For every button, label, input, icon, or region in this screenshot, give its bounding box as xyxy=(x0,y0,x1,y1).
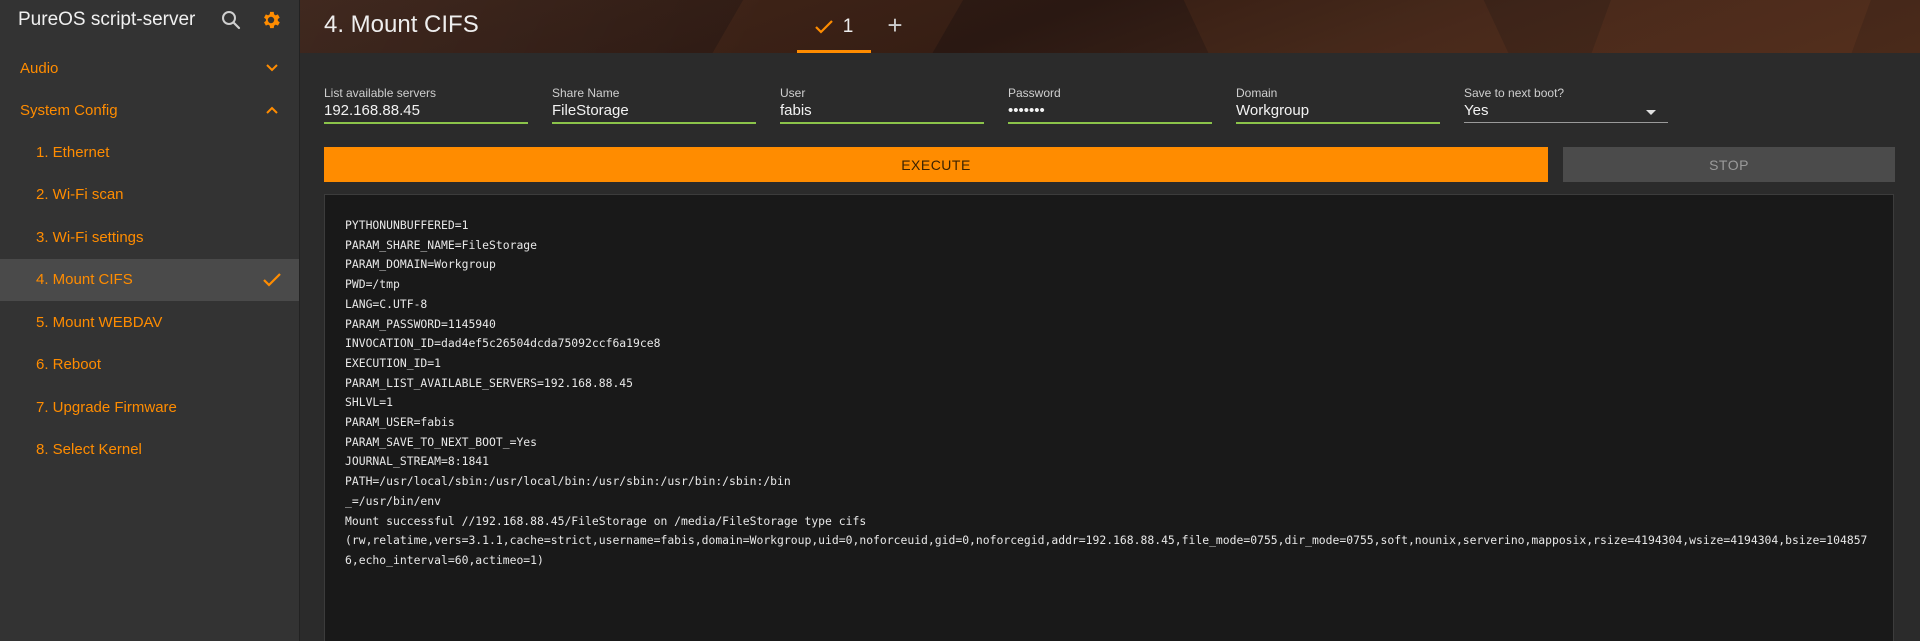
log-line: PARAM_USER=fabis xyxy=(345,415,455,430)
sidebar-item-reboot[interactable]: 6. Reboot xyxy=(0,344,299,387)
field-label: List available servers xyxy=(324,86,437,100)
sidebar-item-label: 3. Wi-Fi settings xyxy=(36,228,144,246)
field-label: Share Name xyxy=(552,86,620,100)
sidebar-item-label: 1. Ethernet xyxy=(36,143,110,161)
field-label: User xyxy=(780,86,806,100)
list-available-servers-field[interactable]: List available servers 192.168.88.45 xyxy=(324,86,528,124)
chevron-up-icon xyxy=(266,106,278,114)
dropdown-caret-icon[interactable] xyxy=(1646,110,1656,115)
sidebar: PureOS script-server Audio System Config… xyxy=(0,0,300,641)
field-label: Password xyxy=(1008,86,1061,100)
chevron-down-icon xyxy=(266,64,278,72)
log-line: PATH=/usr/local/sbin:/usr/local/bin:/usr… xyxy=(345,474,791,489)
save-to-next-boot-select[interactable]: Save to next boot? Yes xyxy=(1464,86,1668,124)
sidebar-item-wifi-settings[interactable]: 3. Wi-Fi settings xyxy=(0,216,299,259)
user-field[interactable]: User fabis xyxy=(780,86,984,124)
log-panel[interactable]: PYTHONUNBUFFERED=1 PARAM_SHARE_NAME=File… xyxy=(324,194,1894,641)
sidebar-group-system-config[interactable]: System Config xyxy=(0,89,299,131)
sidebar-item-label: 8. Select Kernel xyxy=(36,441,142,459)
sidebar-item-label: 6. Reboot xyxy=(36,356,102,374)
log-line: INVOCATION_ID=dad4ef5c26504dcda75092ccf6… xyxy=(345,336,661,351)
field-label: Save to next boot? xyxy=(1464,86,1565,100)
log-line: JOURNAL_STREAM=8:1841 xyxy=(345,454,490,469)
field-value[interactable]: Workgroup xyxy=(1236,102,1440,124)
sidebar-item-label: 7. Upgrade Firmware xyxy=(36,398,177,416)
sidebar-item-label: 5. Mount WEBDAV xyxy=(36,313,163,331)
field-value[interactable]: Yes xyxy=(1464,102,1668,123)
share-name-field[interactable]: Share Name FileStorage xyxy=(552,86,756,124)
log-line: PWD=/tmp xyxy=(345,277,400,292)
tab-underline xyxy=(797,50,871,53)
add-tab-button[interactable]: + xyxy=(885,12,905,38)
stop-button[interactable]: STOP xyxy=(1563,147,1895,182)
sidebar-group-audio[interactable]: Audio xyxy=(0,47,299,89)
sidebar-item-upgrade-firmware[interactable]: 7. Upgrade Firmware xyxy=(0,386,299,429)
script-title: 4. Mount CIFS xyxy=(324,11,479,38)
execution-tab[interactable]: 1 xyxy=(797,0,871,53)
log-line: (rw,relatime,vers=3.1.1,cache=strict,use… xyxy=(345,533,1868,567)
sidebar-header: PureOS script-server xyxy=(0,0,299,40)
field-value[interactable]: ••••••• xyxy=(1008,102,1212,124)
sidebar-item-wifi-scan[interactable]: 2. Wi-Fi scan xyxy=(0,174,299,217)
script-header: 4. Mount CIFS 1 + xyxy=(300,0,1920,53)
log-line: SHLVL=1 xyxy=(345,395,394,410)
field-value[interactable]: fabis xyxy=(780,102,984,124)
password-field[interactable]: Password ••••••• xyxy=(1008,86,1212,124)
log-line: PARAM_SAVE_TO_NEXT_BOOT_=Yes xyxy=(345,434,538,449)
log-line: _=/usr/bin/env xyxy=(345,493,442,508)
field-value[interactable]: 192.168.88.45 xyxy=(324,102,528,124)
log-line: LANG=C.UTF-8 xyxy=(345,296,428,311)
check-icon xyxy=(814,19,833,34)
sidebar-group-label: Audio xyxy=(20,59,59,77)
sidebar-item-label: 2. Wi-Fi scan xyxy=(36,186,124,204)
sidebar-item-mount-webdav[interactable]: 5. Mount WEBDAV xyxy=(0,301,299,344)
log-line: EXECUTION_ID=1 xyxy=(345,355,442,370)
log-output: PYTHONUNBUFFERED=1 PARAM_SHARE_NAME=File… xyxy=(345,216,1873,571)
search-icon[interactable] xyxy=(219,8,243,32)
sidebar-group-label: System Config xyxy=(20,101,118,119)
sidebar-item-ethernet[interactable]: 1. Ethernet xyxy=(0,131,299,174)
sidebar-item-label: 4. Mount CIFS xyxy=(36,271,133,289)
log-line: PARAM_SHARE_NAME=FileStorage xyxy=(345,237,538,252)
log-line: PARAM_LIST_AVAILABLE_SERVERS=192.168.88.… xyxy=(345,375,634,390)
field-value[interactable]: FileStorage xyxy=(552,102,756,124)
execution-tab-label: 1 xyxy=(842,15,854,37)
gear-icon[interactable] xyxy=(259,8,283,32)
check-icon xyxy=(263,272,281,287)
sidebar-item-select-kernel[interactable]: 8. Select Kernel xyxy=(0,429,299,472)
execute-button[interactable]: EXECUTE xyxy=(324,147,1548,182)
log-line: PARAM_PASSWORD=1145940 xyxy=(345,316,496,331)
field-label: Domain xyxy=(1236,86,1278,100)
app-title: PureOS script-server xyxy=(18,9,196,30)
log-line: Mount successful //192.168.88.45/FileSto… xyxy=(345,513,867,528)
log-line: PYTHONUNBUFFERED=1 xyxy=(345,218,469,232)
log-line: PARAM_DOMAIN=Workgroup xyxy=(345,257,496,272)
sidebar-item-mount-cifs[interactable]: 4. Mount CIFS xyxy=(0,258,299,301)
domain-field[interactable]: Domain Workgroup xyxy=(1236,86,1440,124)
